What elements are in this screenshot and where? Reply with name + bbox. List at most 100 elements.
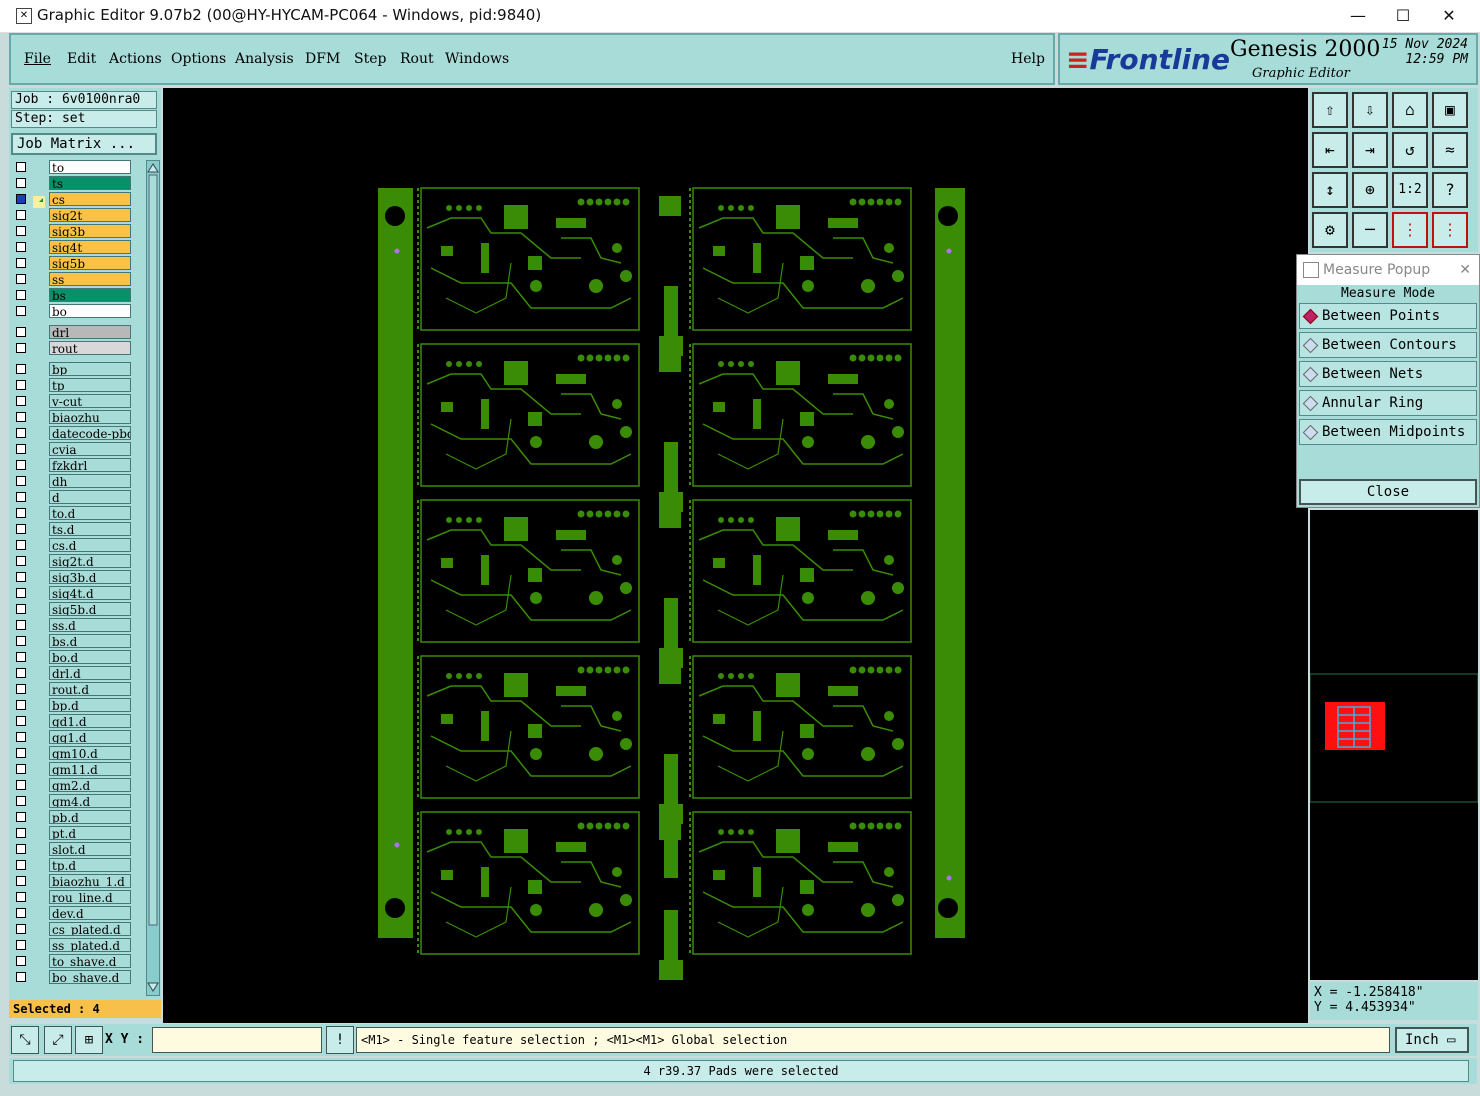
layer-row[interactable]: drl.d: [11, 666, 143, 680]
layer-row[interactable]: cs: [11, 192, 143, 208]
layer-checkbox[interactable]: [16, 444, 26, 454]
layer-row[interactable]: slot.d: [11, 842, 143, 856]
layer-checkbox[interactable]: [16, 844, 26, 854]
netlist-icon[interactable]: ⋮: [1392, 212, 1428, 248]
layer-checkbox[interactable]: [16, 178, 26, 188]
layer-row[interactable]: sig4t: [11, 240, 143, 254]
layer-row[interactable]: sig2t.d: [11, 554, 143, 568]
layer-row[interactable]: sig3b: [11, 224, 143, 238]
minimize-button[interactable]: —: [1338, 4, 1378, 28]
layer-row[interactable]: ts.d: [11, 522, 143, 536]
layer-row[interactable]: ss.d: [11, 618, 143, 632]
menu-options[interactable]: Options: [171, 51, 226, 67]
layer-row[interactable]: datecode-pbd: [11, 426, 143, 440]
layer-checkbox[interactable]: [16, 700, 26, 710]
fit-all-icon[interactable]: ⊕: [1352, 172, 1388, 208]
layer-checkbox[interactable]: [16, 380, 26, 390]
layer-checkbox[interactable]: [16, 540, 26, 550]
graphic-canvas[interactable]: [163, 88, 1308, 1023]
layer-row[interactable]: sig3b.d: [11, 570, 143, 584]
step-right-icon[interactable]: ⇥: [1352, 132, 1388, 168]
layer-checkbox[interactable]: [16, 940, 26, 950]
layer-checkbox[interactable]: [16, 274, 26, 284]
layer-checkbox[interactable]: [16, 412, 26, 422]
menu-help[interactable]: Help: [1011, 51, 1045, 67]
layer-row[interactable]: v-cut: [11, 394, 143, 408]
layer-row[interactable]: gg1.d: [11, 730, 143, 744]
xy-input[interactable]: [152, 1027, 322, 1053]
layer-scrollbar[interactable]: [146, 160, 160, 996]
layer-checkbox[interactable]: [16, 828, 26, 838]
grid-icon[interactable]: ⊞: [75, 1026, 103, 1054]
home-icon[interactable]: ⌂: [1392, 92, 1428, 128]
menu-step[interactable]: Step: [354, 51, 386, 67]
option-annular-ring[interactable]: Annular Ring: [1299, 390, 1477, 416]
layer-row[interactable]: tp.d: [11, 858, 143, 872]
layer-row[interactable]: drl: [11, 325, 143, 339]
layer-row[interactable]: cvia: [11, 442, 143, 456]
export-icon[interactable]: ⇧: [1312, 92, 1348, 128]
layer-checkbox[interactable]: [16, 556, 26, 566]
option-between-points[interactable]: Between Points: [1299, 303, 1477, 329]
layer-row[interactable]: ts: [11, 176, 143, 190]
layer-row[interactable]: bs.d: [11, 634, 143, 648]
layer-checkbox[interactable]: [16, 748, 26, 758]
layer-row[interactable]: rout.d: [11, 682, 143, 696]
layer-checkbox[interactable]: [16, 972, 26, 982]
layer-checkbox[interactable]: [16, 796, 26, 806]
layer-checkbox[interactable]: [16, 684, 26, 694]
option-between-contours[interactable]: Between Contours: [1299, 332, 1477, 358]
layer-row[interactable]: sig5b.d: [11, 602, 143, 616]
layer-checkbox[interactable]: [16, 476, 26, 486]
close-button[interactable]: ✕: [1429, 4, 1469, 28]
layer-checkbox[interactable]: [16, 343, 26, 353]
layer-row[interactable]: to.d: [11, 506, 143, 520]
layer-row[interactable]: dh: [11, 474, 143, 488]
layer-row[interactable]: to: [11, 160, 143, 174]
layer-checkbox[interactable]: [16, 956, 26, 966]
menu-file[interactable]: File: [24, 51, 51, 67]
layer-checkbox[interactable]: [16, 908, 26, 918]
layer-checkbox[interactable]: [16, 572, 26, 582]
menu-windows[interactable]: Windows: [445, 51, 509, 67]
snake-icon[interactable]: ≈: [1432, 132, 1468, 168]
overview-map[interactable]: [1309, 510, 1479, 980]
layer-row[interactable]: dev.d: [11, 906, 143, 920]
layer-row[interactable]: gm4.d: [11, 794, 143, 808]
layer-row[interactable]: bs: [11, 288, 143, 302]
layer-checkbox[interactable]: [16, 604, 26, 614]
fit-vertical-icon[interactable]: ↕: [1312, 172, 1348, 208]
layer-checkbox[interactable]: [16, 876, 26, 886]
measure-close-button[interactable]: Close: [1299, 479, 1477, 505]
layer-checkbox[interactable]: [16, 668, 26, 678]
snap-icon[interactable]: ⤡: [11, 1026, 39, 1054]
layer-checkbox[interactable]: [16, 732, 26, 742]
import-icon[interactable]: ⇩: [1352, 92, 1388, 128]
layer-row[interactable]: cs_plated.d: [11, 922, 143, 936]
layer-checkbox[interactable]: [16, 364, 26, 374]
layer-row[interactable]: pb.d: [11, 810, 143, 824]
scale-icon[interactable]: 1:2: [1392, 172, 1428, 208]
layer-row[interactable]: d: [11, 490, 143, 504]
layer-row[interactable]: cs.d: [11, 538, 143, 552]
units-select[interactable]: Inch ▭: [1395, 1027, 1469, 1053]
layer-checkbox[interactable]: [16, 492, 26, 502]
measure-tool-icon[interactable]: ⤢: [44, 1026, 72, 1054]
layer-checkbox[interactable]: [16, 194, 26, 204]
layer-checkbox[interactable]: [16, 588, 26, 598]
layer-row[interactable]: fzkdrl: [11, 458, 143, 472]
layer-row[interactable]: bp.d: [11, 698, 143, 712]
layer-row[interactable]: gm10.d: [11, 746, 143, 760]
layer-checkbox[interactable]: [16, 812, 26, 822]
layer-row[interactable]: tp: [11, 378, 143, 392]
layer-row[interactable]: biaozhu_1.d: [11, 874, 143, 888]
layer-checkbox[interactable]: [16, 460, 26, 470]
layer-checkbox[interactable]: [16, 780, 26, 790]
layer-row[interactable]: rout: [11, 341, 143, 355]
layer-row[interactable]: ss_plated.d: [11, 938, 143, 952]
job-matrix-button[interactable]: Job Matrix ...: [11, 133, 157, 155]
layer-row[interactable]: pt.d: [11, 826, 143, 840]
window-icon[interactable]: ▣: [1432, 92, 1468, 128]
layer-row[interactable]: ss: [11, 272, 143, 286]
menu-rout[interactable]: Rout: [400, 51, 434, 67]
